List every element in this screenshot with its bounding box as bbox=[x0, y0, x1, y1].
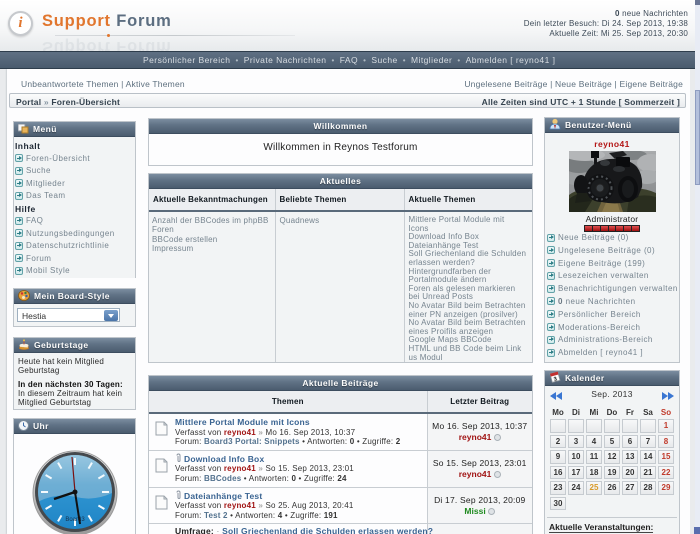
svg-text:Board3: Board3 bbox=[65, 517, 85, 523]
